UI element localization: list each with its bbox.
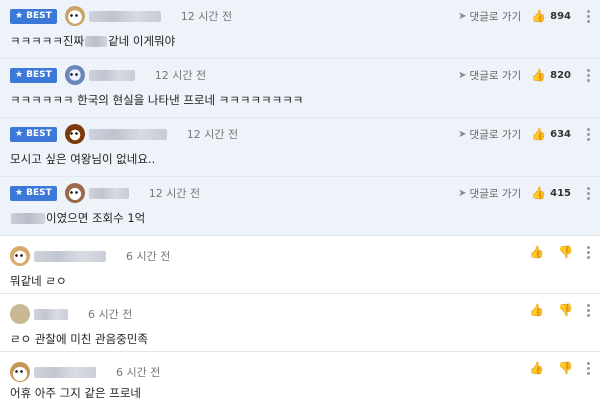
comment-text: ㄹㅇ 관찰에 미친 관음중민족 [10, 332, 148, 346]
comment: 6 시간 전 👍 👎 ㄹㅇ 관찰에 미친 관음중민족 [0, 294, 600, 352]
like-button[interactable]: 👍 634 [531, 127, 571, 141]
avatar[interactable] [64, 65, 85, 85]
comment-time: 6 시간 전 [126, 250, 171, 263]
comment-text: 이였으면 조회수 1억 [10, 210, 145, 226]
blurred-username[interactable] [34, 366, 96, 378]
more-options-icon[interactable] [587, 245, 590, 259]
comment-text: ㅋㅋㅋㅋㅋㅋ 한국의 현실을 나타낸 프로네 ㅋㅋㅋㅋㅋㅋㅋㅋ [10, 93, 304, 107]
comment-actions: 👍 👎 [529, 245, 590, 259]
more-options-icon[interactable] [587, 68, 590, 82]
thumbs-down-icon[interactable]: 👎 [558, 245, 573, 259]
blurred-username[interactable] [34, 250, 106, 262]
like-button[interactable]: 👍 415 [531, 186, 571, 200]
blurred-username[interactable] [88, 69, 135, 81]
comment-time: 12 시간 전 [180, 10, 233, 23]
comment-meta: ★ BEST 12 시간 전 [10, 65, 206, 85]
like-button[interactable]: 👍 820 [531, 68, 571, 82]
comment-time: 12 시간 전 [154, 69, 207, 82]
comment-meta: ★ BEST 12 시간 전 [10, 6, 232, 26]
avatar[interactable] [10, 362, 30, 382]
comment-actions: ➤ 댓글로 가기 👍 894 [458, 6, 590, 26]
more-options-icon[interactable] [587, 303, 590, 317]
send-arrow-icon: ➤ [458, 187, 467, 199]
comment-time: 12 시간 전 [148, 187, 201, 200]
go-to-reply-link[interactable]: ➤ 댓글로 가기 [458, 68, 521, 83]
comment-meta: ★ BEST 12 시간 전 [10, 124, 238, 144]
thumbs-up-icon: 👍 [531, 186, 547, 200]
comment-meta: 6 시간 전 [10, 362, 160, 382]
blurred-word [11, 212, 45, 224]
comment-time: 6 시간 전 [116, 366, 161, 379]
avatar[interactable] [10, 246, 30, 266]
best-badge: ★ BEST [10, 185, 57, 201]
star-icon: ★ [15, 70, 24, 80]
thumbs-down-icon[interactable]: 👎 [558, 303, 573, 317]
like-count: 415 [550, 187, 571, 199]
best-comment: ★ BEST 12 시간 전 ➤ 댓글로 가기 👍 894 ㅋㅋㅋㅋㅋ진짜 같네 이게… [0, 0, 600, 59]
thumbs-up-icon[interactable]: 👍 [529, 361, 544, 375]
blurred-username[interactable] [88, 187, 129, 199]
avatar[interactable] [64, 183, 85, 203]
more-options-icon[interactable] [587, 186, 590, 200]
comment-meta: 6 시간 전 [10, 246, 170, 266]
send-arrow-icon: ➤ [458, 128, 467, 140]
send-arrow-icon: ➤ [458, 10, 467, 22]
comment-meta: ★ BEST 12 시간 전 [10, 183, 200, 203]
best-comment: ★ BEST 12 시간 전 ➤ 댓글로 가기 👍 634 모시고 싶은 여왕님이 없… [0, 118, 600, 177]
best-comment: ★ BEST 12 시간 전 ➤ 댓글로 가기 👍 820 ㅋㅋㅋㅋㅋㅋ 한국의 현실… [0, 59, 600, 118]
comment-time: 6 시간 전 [88, 308, 133, 321]
star-icon: ★ [15, 11, 24, 21]
like-count: 894 [550, 10, 571, 22]
avatar[interactable] [64, 124, 85, 144]
thumbs-up-icon: 👍 [531, 9, 547, 23]
comment-text: 뭐같네 ㄹㅇ [10, 274, 67, 288]
like-button[interactable]: 👍 894 [531, 9, 571, 23]
best-badge: ★ BEST [10, 126, 57, 142]
best-badge: ★ BEST [10, 8, 57, 24]
comment-text: 어휴 아주 그지 같은 프로네 [10, 386, 142, 400]
thumbs-up-icon[interactable]: 👍 [529, 303, 544, 317]
comment-time: 12 시간 전 [186, 128, 239, 141]
comment-actions: ➤ 댓글로 가기 👍 634 [458, 124, 590, 144]
avatar[interactable] [10, 304, 30, 324]
comment-actions: 👍 👎 [529, 303, 590, 317]
best-badge: ★ BEST [10, 67, 57, 83]
thumbs-down-icon[interactable]: 👎 [558, 361, 573, 375]
blurred-word [85, 35, 108, 47]
star-icon: ★ [15, 129, 24, 139]
go-to-reply-link[interactable]: ➤ 댓글로 가기 [458, 127, 521, 142]
comment-meta: 6 시간 전 [10, 304, 132, 324]
send-arrow-icon: ➤ [458, 69, 467, 81]
more-options-icon[interactable] [587, 127, 590, 141]
comment-text: ㅋㅋㅋㅋㅋ진짜 같네 이게뭐야 [10, 34, 176, 48]
blurred-username[interactable] [88, 10, 161, 22]
comment-list: ★ BEST 12 시간 전 ➤ 댓글로 가기 👍 894 ㅋㅋㅋㅋㅋ진짜 같네 이게… [0, 0, 600, 402]
comment-actions: ➤ 댓글로 가기 👍 415 [458, 183, 590, 203]
go-to-reply-link[interactable]: ➤ 댓글로 가기 [458, 186, 521, 201]
like-count: 820 [550, 69, 571, 81]
thumbs-up-icon: 👍 [531, 68, 547, 82]
more-options-icon[interactable] [587, 9, 590, 23]
like-count: 634 [550, 128, 571, 140]
thumbs-up-icon[interactable]: 👍 [529, 245, 544, 259]
comment-actions: 👍 👎 [529, 361, 590, 375]
best-comment: ★ BEST 12 시간 전 ➤ 댓글로 가기 👍 415 이였으면 조회수 1억 [0, 177, 600, 236]
comment-text: 모시고 싶은 여왕님이 없네요.. [10, 152, 156, 166]
comment-actions: ➤ 댓글로 가기 👍 820 [458, 65, 590, 85]
star-icon: ★ [15, 188, 24, 198]
thumbs-up-icon: 👍 [531, 127, 547, 141]
blurred-username[interactable] [34, 308, 68, 320]
comment: 6 시간 전 👍 👎 어휴 아주 그지 같은 프로네 [0, 352, 600, 402]
blurred-username[interactable] [88, 128, 167, 140]
avatar[interactable] [64, 6, 85, 26]
go-to-reply-link[interactable]: ➤ 댓글로 가기 [458, 9, 521, 24]
more-options-icon[interactable] [587, 361, 590, 375]
comment: 6 시간 전 👍 👎 뭐같네 ㄹㅇ [0, 236, 600, 294]
